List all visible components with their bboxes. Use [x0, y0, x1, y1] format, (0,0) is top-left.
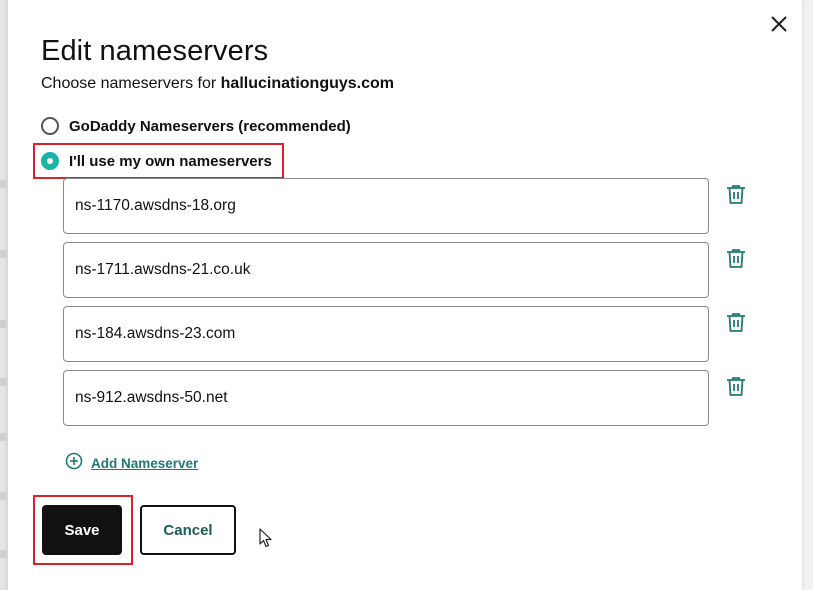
dialog-title: Edit nameservers — [41, 35, 269, 67]
nameserver-input-2[interactable] — [63, 242, 709, 298]
background-hint — [0, 433, 6, 441]
dialog-subtitle: Choose nameservers for hallucinationguys… — [41, 75, 394, 93]
mouse-cursor-icon — [259, 528, 273, 548]
background-hint — [0, 320, 6, 328]
radio-checked-icon[interactable] — [41, 152, 59, 170]
option-godaddy-label: GoDaddy Nameservers (recommended) — [69, 117, 351, 135]
background-right-edge — [802, 0, 813, 590]
subtitle-text: Choose nameservers for — [41, 75, 221, 92]
background-hint — [0, 378, 6, 386]
domain-name: hallucinationguys.com — [220, 75, 394, 92]
background-hint — [0, 180, 6, 188]
cancel-button[interactable]: Cancel — [140, 505, 236, 555]
nameserver-input-1[interactable] — [63, 178, 709, 234]
add-nameserver-link[interactable]: Add Nameserver — [65, 452, 198, 475]
background-hint — [0, 550, 6, 558]
background-page-edge — [0, 0, 8, 590]
option-custom-label: I'll use my own nameservers — [69, 152, 272, 170]
option-custom-nameservers[interactable]: I'll use my own nameservers — [41, 152, 272, 170]
nameserver-input-3[interactable] — [63, 306, 709, 362]
trash-icon[interactable] — [725, 247, 747, 269]
nameserver-input-4[interactable] — [63, 370, 709, 426]
plus-circle-icon — [65, 452, 83, 475]
trash-icon[interactable] — [725, 183, 747, 205]
add-nameserver-label: Add Nameserver — [91, 456, 199, 471]
background-hint — [0, 250, 6, 258]
edit-nameservers-dialog: Edit nameservers Choose nameservers for … — [8, 0, 802, 590]
radio-unchecked-icon[interactable] — [41, 117, 59, 135]
option-godaddy-nameservers[interactable]: GoDaddy Nameservers (recommended) — [41, 117, 351, 135]
trash-icon[interactable] — [725, 311, 747, 333]
close-icon[interactable] — [768, 13, 790, 35]
save-button[interactable]: Save — [42, 505, 122, 555]
background-hint — [0, 492, 6, 500]
trash-icon[interactable] — [725, 375, 747, 397]
